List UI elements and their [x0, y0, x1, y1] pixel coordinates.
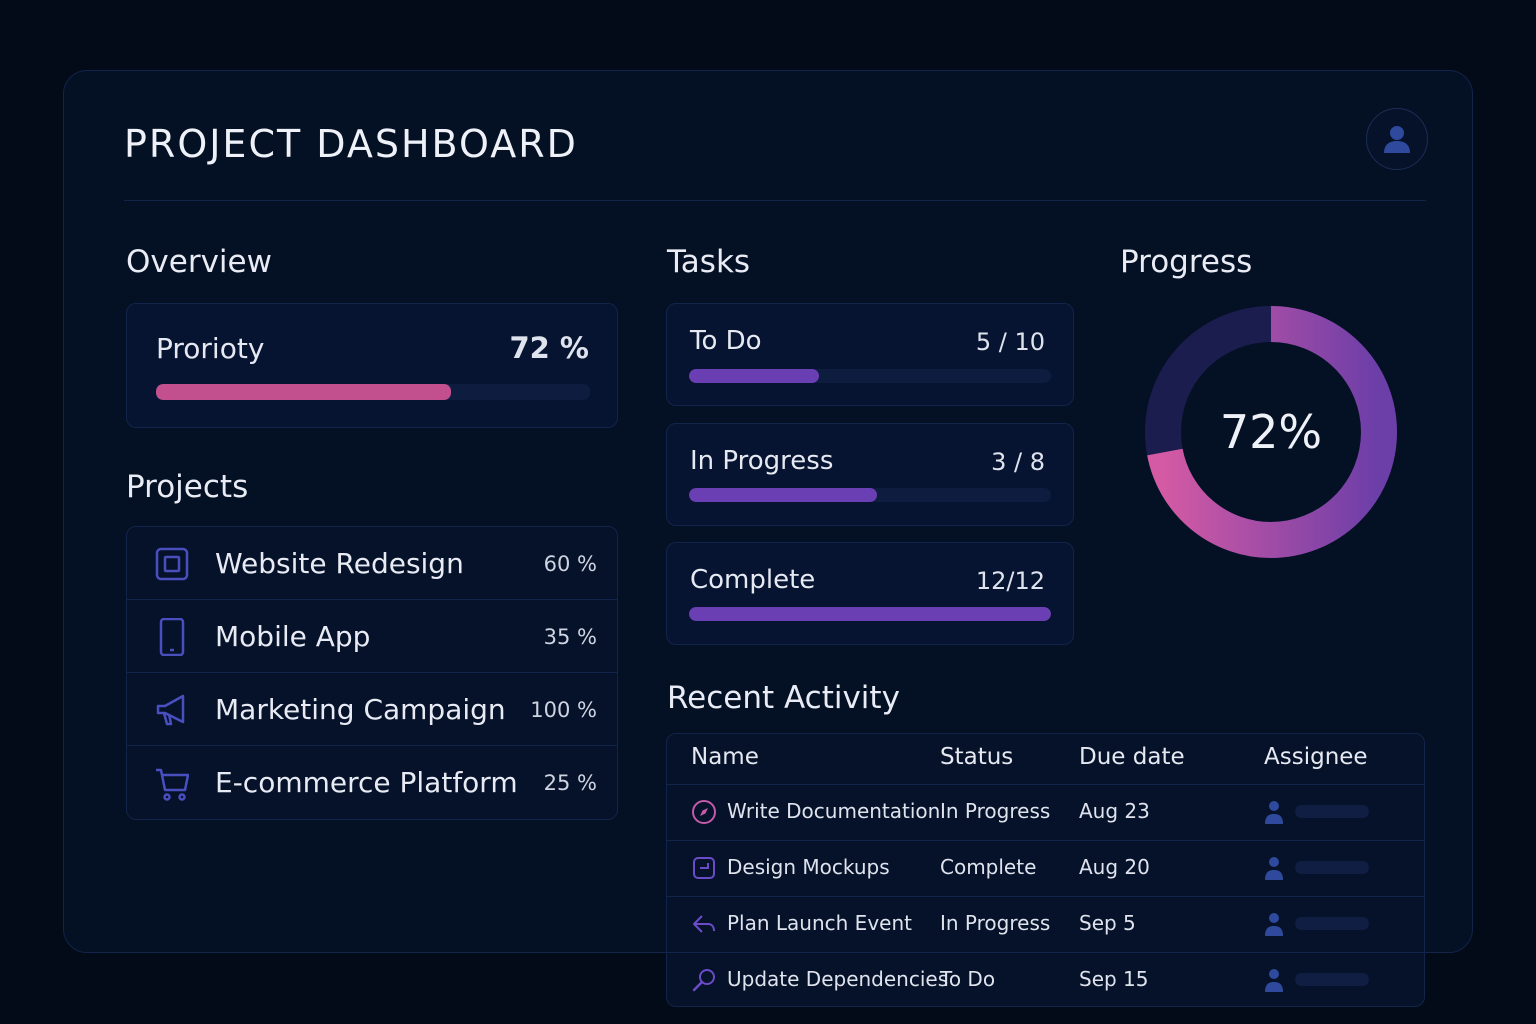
assignee-placeholder [1295, 917, 1369, 930]
assignee-placeholder [1295, 805, 1369, 818]
table-row[interactable]: Write Documentation In Progress Aug 23 [667, 784, 1424, 840]
task-progress-bar [689, 607, 1051, 621]
assignee-placeholder [1295, 861, 1369, 874]
user-avatar-button[interactable] [1366, 108, 1428, 170]
task-label: Complete [690, 565, 816, 595]
column-header-status[interactable]: Status [940, 744, 1013, 770]
table-row[interactable]: Design Mockups Complete Aug 20 [667, 840, 1424, 896]
activity-due-date: Sep 5 [1079, 911, 1136, 935]
priority-progress-bar [156, 384, 590, 400]
project-name: Website Redesign [215, 547, 464, 580]
table-row[interactable]: Update Dependencies To Do Sep 15 [667, 952, 1424, 1006]
task-label: In Progress [690, 446, 834, 476]
wrench-icon [692, 969, 715, 992]
priority-value: 72 % [509, 331, 589, 365]
task-progress-bar [689, 369, 1051, 383]
column-header-name[interactable]: Name [691, 744, 759, 770]
project-item-marketing-campaign[interactable]: Marketing Campaign 100 % [127, 673, 617, 746]
overview-title: Overview [126, 244, 272, 280]
column-header-due-date[interactable]: Due date [1079, 744, 1185, 770]
task-count: 3 / 8 [991, 448, 1045, 476]
task-progress-bar [689, 488, 1051, 502]
task-progress-fill [689, 488, 878, 502]
project-item-ecommerce-platform[interactable]: E-commerce Platform 25 % [127, 746, 617, 819]
task-label: To Do [690, 326, 762, 356]
activity-status: To Do [940, 967, 996, 991]
task-card-complete[interactable]: Complete 12/12 [666, 542, 1074, 645]
project-percent: 60 % [543, 552, 597, 576]
projects-list: Website Redesign 60 % Mobile App 35 % Ma… [126, 526, 618, 820]
project-item-website-redesign[interactable]: Website Redesign 60 % [127, 527, 617, 600]
user-icon [1265, 857, 1283, 880]
tasks-title: Tasks [667, 244, 751, 280]
project-name: Marketing Campaign [215, 693, 506, 726]
progress-donut: 72% [1145, 306, 1397, 558]
megaphone-icon [156, 694, 185, 726]
activity-name: Update Dependencies [727, 967, 949, 991]
table-row[interactable]: Plan Launch Event In Progress Sep 5 [667, 896, 1424, 952]
activity-name: Write Documentation [727, 799, 941, 823]
progress-title: Progress [1120, 244, 1253, 280]
task-progress-fill [689, 607, 1051, 621]
task-card-todo[interactable]: To Do 5 / 10 [666, 303, 1074, 406]
priority-card: Prorioty 72 % [126, 303, 618, 428]
user-icon [1384, 126, 1410, 153]
activity-status: Complete [940, 855, 1037, 879]
project-percent: 100 % [530, 698, 597, 722]
activity-table: Name Status Due date Assignee Write Docu… [666, 733, 1425, 1007]
project-percent: 25 % [543, 771, 597, 795]
task-count: 12/12 [975, 567, 1045, 595]
activity-due-date: Aug 20 [1079, 855, 1150, 879]
assignee-placeholder [1295, 973, 1369, 986]
user-icon [1265, 801, 1283, 824]
frame-icon [693, 857, 715, 879]
cart-icon [156, 768, 189, 801]
priority-progress-fill [156, 384, 452, 400]
activity-name: Design Mockups [727, 855, 890, 879]
task-count: 5 / 10 [975, 328, 1045, 356]
activity-due-date: Aug 23 [1079, 799, 1150, 823]
user-icon [1265, 913, 1283, 936]
page-title: PROJECT DASHBOARD [124, 122, 578, 166]
header-divider [124, 200, 1426, 201]
reply-arrow-icon [693, 915, 715, 933]
activity-status: In Progress [940, 799, 1051, 823]
activity-status: In Progress [940, 911, 1051, 935]
phone-icon [159, 618, 185, 656]
task-progress-fill [689, 369, 820, 383]
project-item-mobile-app[interactable]: Mobile App 35 % [127, 600, 617, 673]
activity-title: Recent Activity [667, 680, 900, 716]
projects-title: Projects [126, 469, 249, 505]
project-percent: 35 % [543, 625, 597, 649]
square-icon [155, 547, 189, 581]
project-name: Mobile App [215, 620, 371, 653]
activity-name: Plan Launch Event [727, 911, 912, 935]
priority-label: Prorioty [156, 332, 265, 365]
project-name: E-commerce Platform [215, 766, 518, 799]
activity-due-date: Sep 15 [1079, 967, 1149, 991]
user-icon [1265, 969, 1283, 992]
task-card-in-progress[interactable]: In Progress 3 / 8 [666, 423, 1074, 526]
compass-icon [692, 800, 716, 824]
progress-value: 72% [1220, 405, 1322, 459]
column-header-assignee[interactable]: Assignee [1264, 744, 1368, 770]
